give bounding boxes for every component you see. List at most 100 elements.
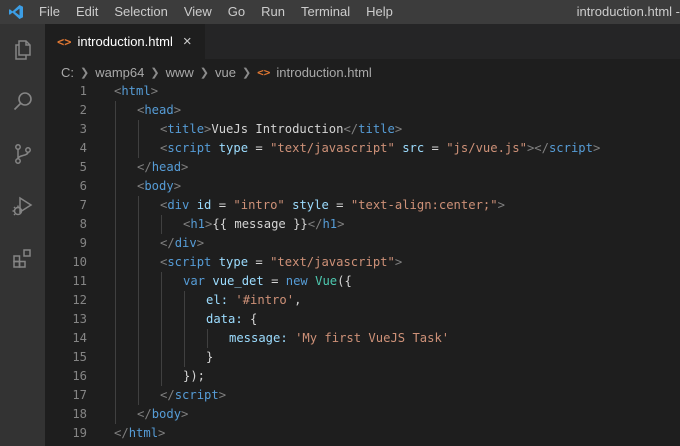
code-token: "intro" xyxy=(233,198,285,212)
extensions-icon[interactable] xyxy=(0,238,45,278)
code-line[interactable]: 7 <div id = "intro" style = "text-align:c… xyxy=(45,196,680,215)
code-line[interactable]: 18 </body> xyxy=(45,405,680,424)
code-line[interactable]: 9 </div> xyxy=(45,234,680,253)
tab-bar: <> introduction.html × xyxy=(45,24,680,59)
code-text: <script type = "text/javascript"> xyxy=(160,253,402,272)
code-line[interactable]: 17 </script> xyxy=(45,386,680,405)
window-title: introduction.html - xyxy=(576,4,680,19)
close-icon[interactable]: × xyxy=(183,33,192,50)
breadcrumb-item-wamp64[interactable]: wamp64 xyxy=(95,65,144,80)
menu-file[interactable]: File xyxy=(32,0,68,24)
code-token: "js/vue.js" xyxy=(446,141,527,155)
menu-selection[interactable]: Selection xyxy=(106,0,175,24)
code-token: "text/javascript" xyxy=(270,255,395,269)
code-token: = xyxy=(248,255,271,269)
code-token: = xyxy=(424,141,447,155)
run-debug-icon[interactable] xyxy=(0,186,45,226)
code-line[interactable]: 5 </head> xyxy=(45,158,680,177)
code-token: > xyxy=(181,407,189,421)
breadcrumb-item-vue[interactable]: vue xyxy=(215,65,236,80)
vscode-logo-icon[interactable] xyxy=(0,0,32,24)
code-line[interactable]: 6 <body> xyxy=(45,177,680,196)
code-token: </ xyxy=(343,122,359,136)
line-number: 7 xyxy=(79,198,87,212)
activity-bar xyxy=(0,24,45,446)
code-token: body xyxy=(144,179,174,193)
title-bar: File Edit Selection View Go Run Terminal… xyxy=(0,0,680,24)
code-token: > xyxy=(394,255,403,269)
breadcrumb-item-file[interactable]: introduction.html xyxy=(276,65,371,80)
code-token: = xyxy=(263,274,286,288)
indent-guide xyxy=(138,120,139,158)
code-text: el: '#intro', xyxy=(206,291,301,310)
code-token: type xyxy=(218,141,249,155)
chevron-right-icon: ❯ xyxy=(150,66,160,79)
code-token: id xyxy=(196,198,212,212)
menu-run[interactable]: Run xyxy=(253,0,293,24)
code-token: head xyxy=(151,160,182,174)
code-line[interactable]: 11 var vue_det = new Vue({ xyxy=(45,272,680,291)
line-number: 8 xyxy=(79,217,87,231)
code-token: > xyxy=(337,217,345,231)
code-editor[interactable]: 1 <html> 2 <head> 3 <title>VueJs Introduction… xyxy=(45,82,680,446)
source-control-icon[interactable] xyxy=(0,134,45,174)
code-token: </ xyxy=(137,160,152,174)
code-token: h1 xyxy=(322,217,338,231)
code-line[interactable]: 13 data: { xyxy=(45,310,680,329)
code-token: div xyxy=(174,236,197,250)
code-line[interactable]: 8 <h1>{{ message }}</h1> xyxy=(45,215,680,234)
menu-terminal[interactable]: Terminal xyxy=(293,0,358,24)
menu-help[interactable]: Help xyxy=(358,0,401,24)
code-line[interactable]: 1 <html> xyxy=(45,82,680,101)
code-line[interactable]: 4 <script type = "text/javascript" src = … xyxy=(45,139,680,158)
code-token: title xyxy=(167,122,205,136)
code-token: type xyxy=(218,255,249,269)
breadcrumb-item-www[interactable]: www xyxy=(166,65,194,80)
code-token: 'My first VueJS Task' xyxy=(295,331,450,345)
breadcrumb-item-drive[interactable]: C: xyxy=(61,65,74,80)
chevron-right-icon: ❯ xyxy=(241,66,252,79)
code-token: script xyxy=(167,141,212,155)
code-token: > xyxy=(218,388,227,402)
code-line[interactable]: 10 <script type = "text/javascript"> xyxy=(45,253,680,272)
search-icon[interactable] xyxy=(0,82,45,122)
line-number: 18 xyxy=(72,407,87,421)
code-line[interactable]: 19 </html> xyxy=(45,424,680,443)
line-number: 9 xyxy=(79,236,87,250)
code-token: : xyxy=(235,312,243,326)
code-token: > xyxy=(196,236,205,250)
menu-edit[interactable]: Edit xyxy=(68,0,106,24)
html-file-icon: <> xyxy=(57,34,72,49)
menu-view[interactable]: View xyxy=(176,0,220,24)
code-token: data xyxy=(206,312,236,326)
code-token: new xyxy=(285,274,308,288)
code-token: : xyxy=(280,331,288,345)
code-line[interactable]: 15} xyxy=(45,348,680,367)
code-text: <html> xyxy=(114,82,158,101)
code-token: var xyxy=(183,274,206,288)
code-text: var vue_det = new Vue({ xyxy=(183,272,352,291)
code-line[interactable]: 3 <title>VueJs Introduction</title> xyxy=(45,120,680,139)
line-number: 12 xyxy=(72,293,87,307)
code-token: script xyxy=(167,255,212,269)
line-number: 2 xyxy=(79,103,87,117)
code-token: ></ xyxy=(526,141,549,155)
code-line[interactable]: 14 message: 'My first VueJS Task' xyxy=(45,329,680,348)
code-line[interactable]: 12 el: '#intro', xyxy=(45,291,680,310)
menu-go[interactable]: Go xyxy=(220,0,253,24)
code-line[interactable]: 16}); xyxy=(45,367,680,386)
code-token: > xyxy=(592,141,601,155)
code-token: html xyxy=(128,426,159,440)
code-text: </head> xyxy=(137,158,188,177)
explorer-icon[interactable] xyxy=(0,30,45,70)
indent-guide xyxy=(184,291,185,367)
indent-guide xyxy=(207,329,208,348)
code-token: VueJs Introduction xyxy=(211,122,344,136)
code-token: </ xyxy=(137,407,152,421)
code-line[interactable]: 2 <head> xyxy=(45,101,680,120)
code-token: , xyxy=(294,293,302,307)
tab-introduction-html[interactable]: <> introduction.html × xyxy=(45,24,205,59)
code-token: > xyxy=(150,84,159,98)
